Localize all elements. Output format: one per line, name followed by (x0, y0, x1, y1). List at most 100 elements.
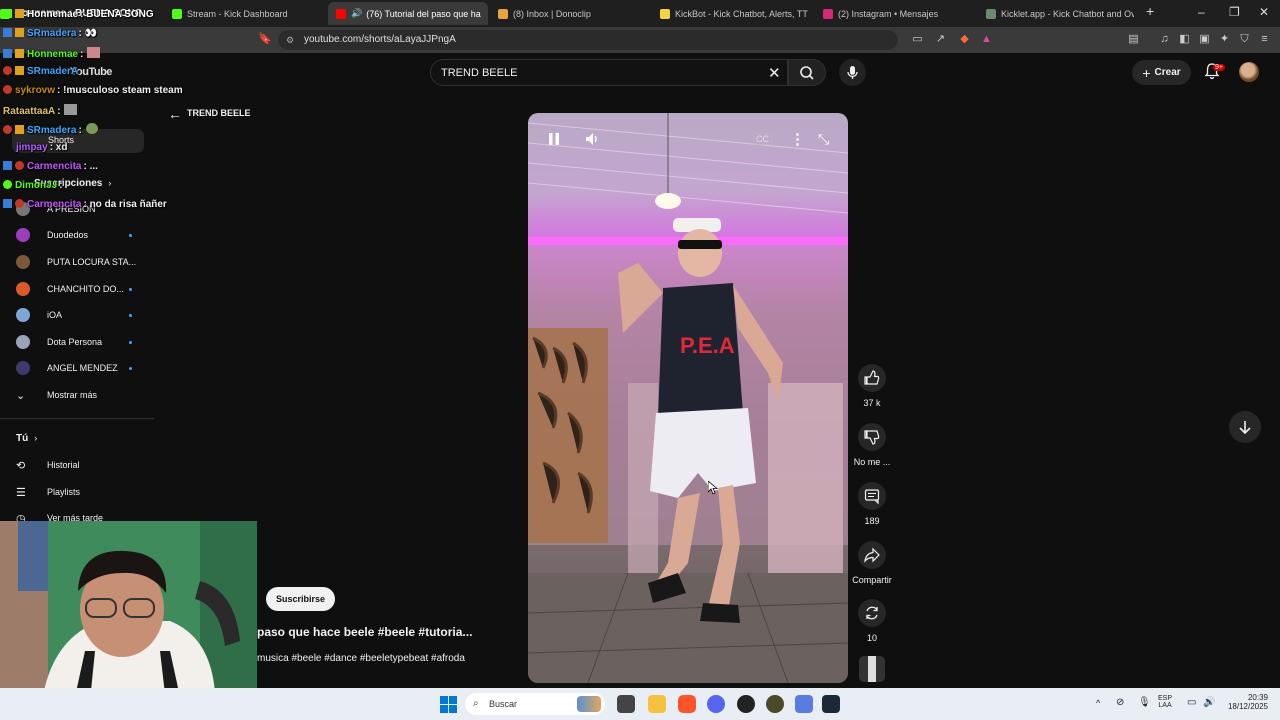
sidebar-item-history[interactable]: ⟲ Historial (16, 455, 146, 475)
chat-text: : xd (49, 142, 68, 153)
task-view-icon[interactable] (617, 695, 635, 713)
search-box[interactable]: TREND BEELE ✕ (430, 59, 788, 86)
site-settings-icon[interactable]: ⚙ (286, 30, 294, 50)
back-arrow-icon[interactable]: ← (168, 106, 182, 122)
chat-text: : !musculoso steam steam (57, 85, 183, 96)
discord-icon[interactable] (707, 695, 725, 713)
browser-menu-icon[interactable]: ≡ (1258, 33, 1271, 46)
reader-mode-icon[interactable]: ▤ (1127, 33, 1140, 46)
steam-icon[interactable] (822, 695, 840, 713)
fullscreen-icon[interactable]: ⤡ (818, 131, 829, 148)
sidebar-item-channel[interactable]: CHANCHITO DO... (16, 279, 146, 299)
sidebar-item-playlists[interactable]: ☰ Playlists (16, 482, 146, 502)
brave-rewards-icon[interactable]: ▲ (980, 33, 993, 46)
video-frame: P.E.A (528, 113, 848, 683)
shorts-video-player[interactable]: P.E.A CC ⋮ ⤡ (528, 113, 848, 683)
browser-tab[interactable]: (8) Inbox | Donoclip (498, 2, 648, 25)
sub-badge-icon (15, 66, 24, 75)
more-options-icon[interactable]: ⋮ (790, 130, 805, 148)
search-button[interactable] (788, 59, 826, 86)
mod-badge-icon (3, 28, 12, 37)
media-control-icon[interactable]: ♫ (1158, 33, 1171, 46)
voice-search-button[interactable] (839, 59, 866, 86)
comments-button[interactable] (858, 482, 886, 510)
create-button[interactable]: + Crear (1132, 60, 1191, 85)
windows-start-icon[interactable] (440, 696, 457, 713)
like-button[interactable] (858, 364, 886, 392)
app-icon[interactable] (766, 695, 784, 713)
file-explorer-icon[interactable] (648, 695, 666, 713)
show-hidden-icons[interactable]: ^ (1096, 698, 1100, 708)
browser-tab[interactable]: Stream - Kick Dashboard (172, 2, 322, 25)
maximize-button[interactable]: ❐ (1229, 5, 1240, 19)
wallet-icon[interactable]: ▣ (1198, 33, 1211, 46)
shirt-print: P.E.A (680, 333, 735, 358)
tab-favicon (986, 8, 996, 19)
subscribe-button[interactable]: Suscribirse (266, 587, 335, 611)
chat-username: SRmadera (27, 125, 77, 136)
language-indicator[interactable]: ESP LAA (1158, 695, 1172, 709)
captions-icon[interactable]: CC (753, 133, 772, 145)
cast-icon[interactable]: ▭ (911, 33, 924, 46)
network-off-icon[interactable]: ⊘ (1116, 697, 1124, 708)
volume-icon (586, 133, 597, 145)
leo-ai-icon[interactable]: ✦ (1218, 33, 1231, 46)
chat-text: : 👀 (78, 28, 98, 39)
short-hashtags[interactable]: musica #beele #dance #beeletypebeat #afr… (257, 653, 465, 664)
pause-button[interactable] (546, 131, 562, 150)
sidebar-toggle-icon[interactable]: ◧ (1178, 33, 1191, 46)
sidebar-item-channel[interactable]: ANGEL MENDEZ (16, 358, 146, 378)
account-avatar[interactable] (1239, 62, 1259, 82)
brave-browser-icon[interactable] (678, 695, 696, 713)
url-field[interactable]: ⚙ youtube.com/shorts/aLayaJJPngA (278, 30, 898, 50)
sidebar-item-channel[interactable]: Dota Persona (16, 332, 146, 352)
share-button[interactable] (858, 541, 886, 569)
instagram-favicon (823, 8, 833, 19)
short-title[interactable]: paso que hace beele #beele #tutoria... (257, 625, 472, 639)
channel-avatar (16, 228, 30, 242)
display-icon[interactable]: ▭ (1187, 697, 1196, 708)
app-icon[interactable] (795, 695, 813, 713)
taskbar-search[interactable]: ⌕ Buscar (465, 693, 605, 715)
channel-name: Duodedos (47, 230, 89, 240)
sidebar-item-you[interactable]: Tú › (16, 428, 146, 448)
new-content-dot (129, 313, 132, 317)
browser-tab[interactable]: (2) Instagram • Mensajes (823, 2, 978, 25)
sidebar-item-channel[interactable]: iOA (16, 305, 146, 325)
remix-button[interactable] (858, 599, 886, 627)
mouse-cursor-icon (708, 481, 718, 495)
vpn-icon[interactable]: ⛉ (1238, 33, 1251, 46)
badge-icon (3, 180, 12, 189)
search-icon: ⌕ (473, 698, 479, 709)
minimize-button[interactable]: – (1198, 5, 1205, 19)
dislike-button[interactable] (858, 423, 886, 451)
close-tab-icon[interactable]: ✕ (481, 8, 488, 19)
browser-tab[interactable]: Kicklet.app - Kick Chatbot and Overl (986, 2, 1134, 25)
audio-playing-icon: 🔊 (351, 8, 363, 18)
tab-label: (76) Tutorial del paso que ha (366, 8, 481, 19)
sidebar-item-channel[interactable]: PUTA LOCURA STA... (16, 252, 146, 272)
sidebar-item-label: Historial (47, 460, 80, 470)
browser-tab-active[interactable]: 🔊(76) Tutorial del paso que ha✕ (328, 2, 488, 25)
bookmark-icon[interactable]: 🔖 (258, 33, 272, 46)
close-window-button[interactable]: ✕ (1259, 5, 1269, 19)
sidebar-show-more[interactable]: ⌄ Mostrar más (16, 385, 146, 405)
system-clock[interactable]: 20:39 18/12/2025 (1224, 693, 1268, 711)
volume-icon[interactable]: 🔊 (1203, 697, 1215, 708)
brave-shields-icon[interactable]: ◆ (958, 33, 971, 46)
volume-button[interactable] (584, 131, 600, 150)
comment-icon (864, 489, 880, 505)
remix-icon (866, 606, 878, 620)
tab-label: (2) Instagram • Mensajes (838, 8, 939, 19)
sidebar-item-channel[interactable]: Duodedos (16, 225, 146, 245)
obs-icon[interactable] (737, 695, 755, 713)
clear-search-icon[interactable]: ✕ (768, 64, 781, 82)
sound-thumbnail[interactable] (859, 656, 885, 682)
next-short-button[interactable] (1229, 411, 1261, 443)
microphone-icon[interactable]: 🎙 (1138, 697, 1151, 708)
browser-tab[interactable]: KickBot - Kick Chatbot, Alerts, TTS, C (660, 2, 808, 25)
share-icon[interactable]: ↗ (934, 33, 947, 46)
new-tab-button[interactable]: + (1146, 3, 1154, 19)
trend-title: TREND BEELE (187, 108, 251, 118)
search-input[interactable]: TREND BEELE (441, 67, 517, 79)
